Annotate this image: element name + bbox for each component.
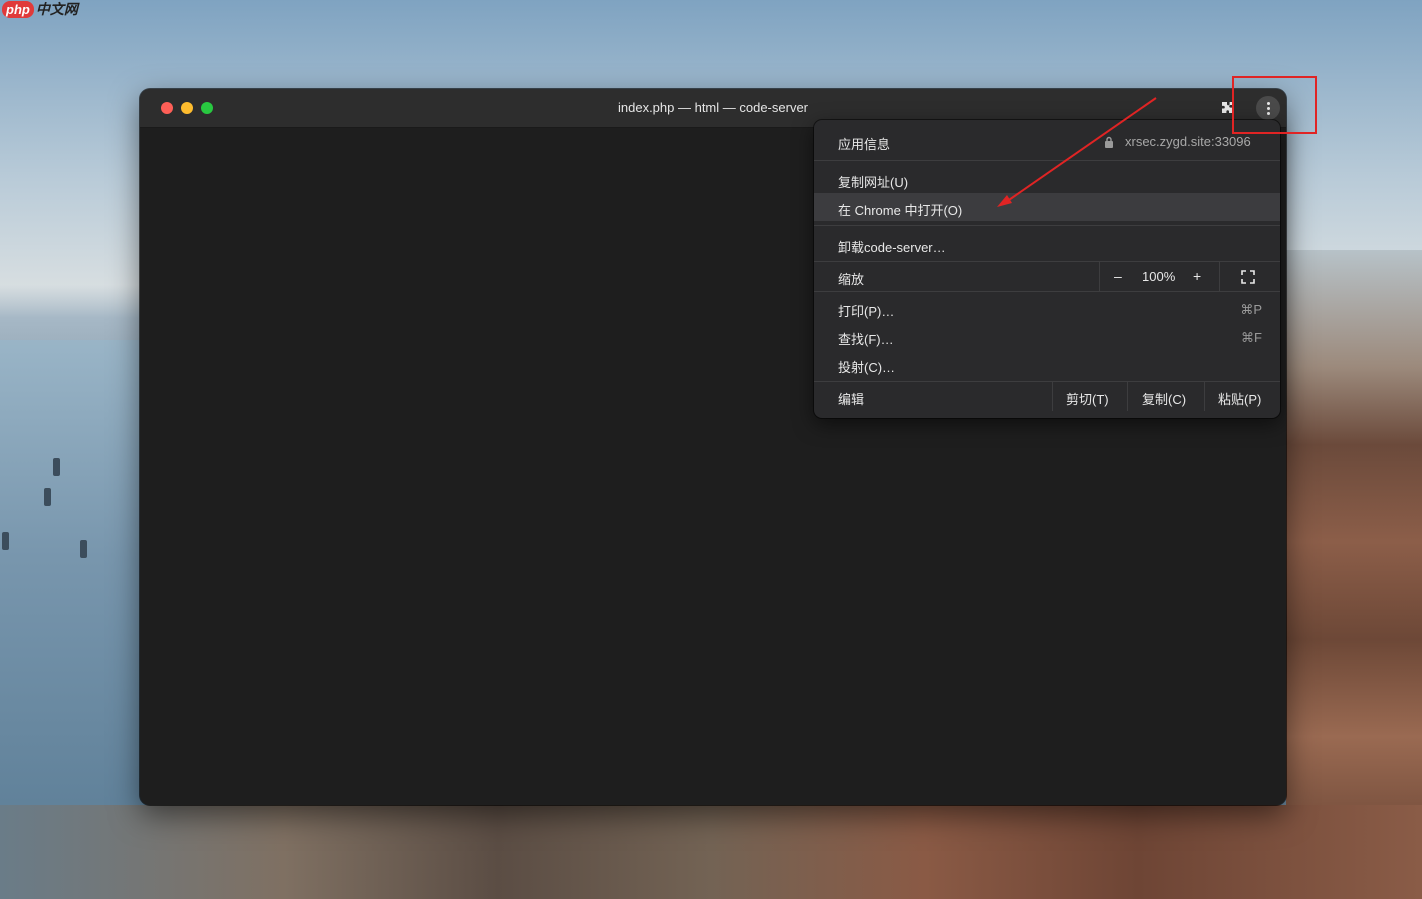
menu-item-label: 在 Chrome 中打开(O) (838, 203, 963, 218)
boat (53, 458, 60, 476)
shortcut-label: ⌘F (1241, 330, 1262, 345)
edit-divider (1127, 382, 1128, 411)
background-buildings (1286, 250, 1422, 899)
watermark-php: php (2, 0, 34, 18)
watermark-site: 中文网 (35, 1, 78, 17)
menu-item-label: 投射(C)… (838, 360, 896, 375)
menu-item-label: 卸载code-server… (838, 240, 946, 255)
shortcut-label: ⌘P (1240, 302, 1262, 317)
menu-item-open-in-chrome[interactable]: 在 Chrome 中打开(O) (814, 193, 1280, 221)
menu-item-edit: 编辑 剪切(T) 复制(C) 粘贴(P) (814, 382, 1280, 412)
menu-item-copy-url[interactable]: 复制网址(U) (814, 165, 1280, 193)
zoom-divider (1099, 262, 1100, 291)
zoom-level: 100% (1142, 269, 1176, 284)
app-menu: 应用信息 xrsec.zygd.site:33096 复制网址(U) 在 Chr… (814, 120, 1280, 418)
cut-button[interactable]: 剪切(T) (1066, 389, 1109, 408)
annotation-highlight-box (1232, 76, 1317, 134)
copy-button[interactable]: 复制(C) (1142, 389, 1186, 408)
menu-item-find[interactable]: 查找(F)… ⌘F (814, 322, 1280, 350)
menu-item-print[interactable]: 打印(P)… ⌘P (814, 294, 1280, 322)
boat (44, 488, 51, 506)
menu-item-uninstall[interactable]: 卸载code-server… (814, 230, 1280, 258)
boat (2, 532, 9, 550)
menu-item-app-info[interactable]: 应用信息 xrsec.zygd.site:33096 (814, 120, 1280, 160)
menu-item-label: 缩放 (838, 272, 865, 287)
menu-item-label: 应用信息 (838, 137, 891, 152)
fullscreen-icon[interactable] (1241, 270, 1255, 284)
background-roofs (0, 805, 1422, 899)
lock-icon (1105, 136, 1113, 148)
menu-item-zoom: 缩放 – 100% + (814, 262, 1280, 291)
menu-item-label: 打印(P)… (838, 304, 895, 319)
menu-item-cast[interactable]: 投射(C)… (814, 350, 1280, 378)
menu-item-label: 复制网址(U) (838, 175, 909, 190)
watermark-logo: php 中文网 (2, 0, 78, 18)
menu-item-label: 编辑 (838, 392, 865, 407)
paste-button[interactable]: 粘贴(P) (1218, 389, 1261, 408)
edit-divider (1052, 382, 1053, 411)
menu-divider (814, 291, 1280, 292)
zoom-in-button[interactable]: + (1193, 268, 1201, 284)
zoom-out-button[interactable]: – (1114, 268, 1122, 284)
zoom-divider (1219, 262, 1220, 291)
menu-divider (814, 225, 1280, 226)
site-url: xrsec.zygd.site:33096 (1125, 134, 1251, 149)
boat (80, 540, 87, 558)
background-skyline (0, 285, 140, 340)
edit-divider (1204, 382, 1205, 411)
menu-item-label: 查找(F)… (838, 332, 894, 347)
menu-divider (814, 160, 1280, 161)
